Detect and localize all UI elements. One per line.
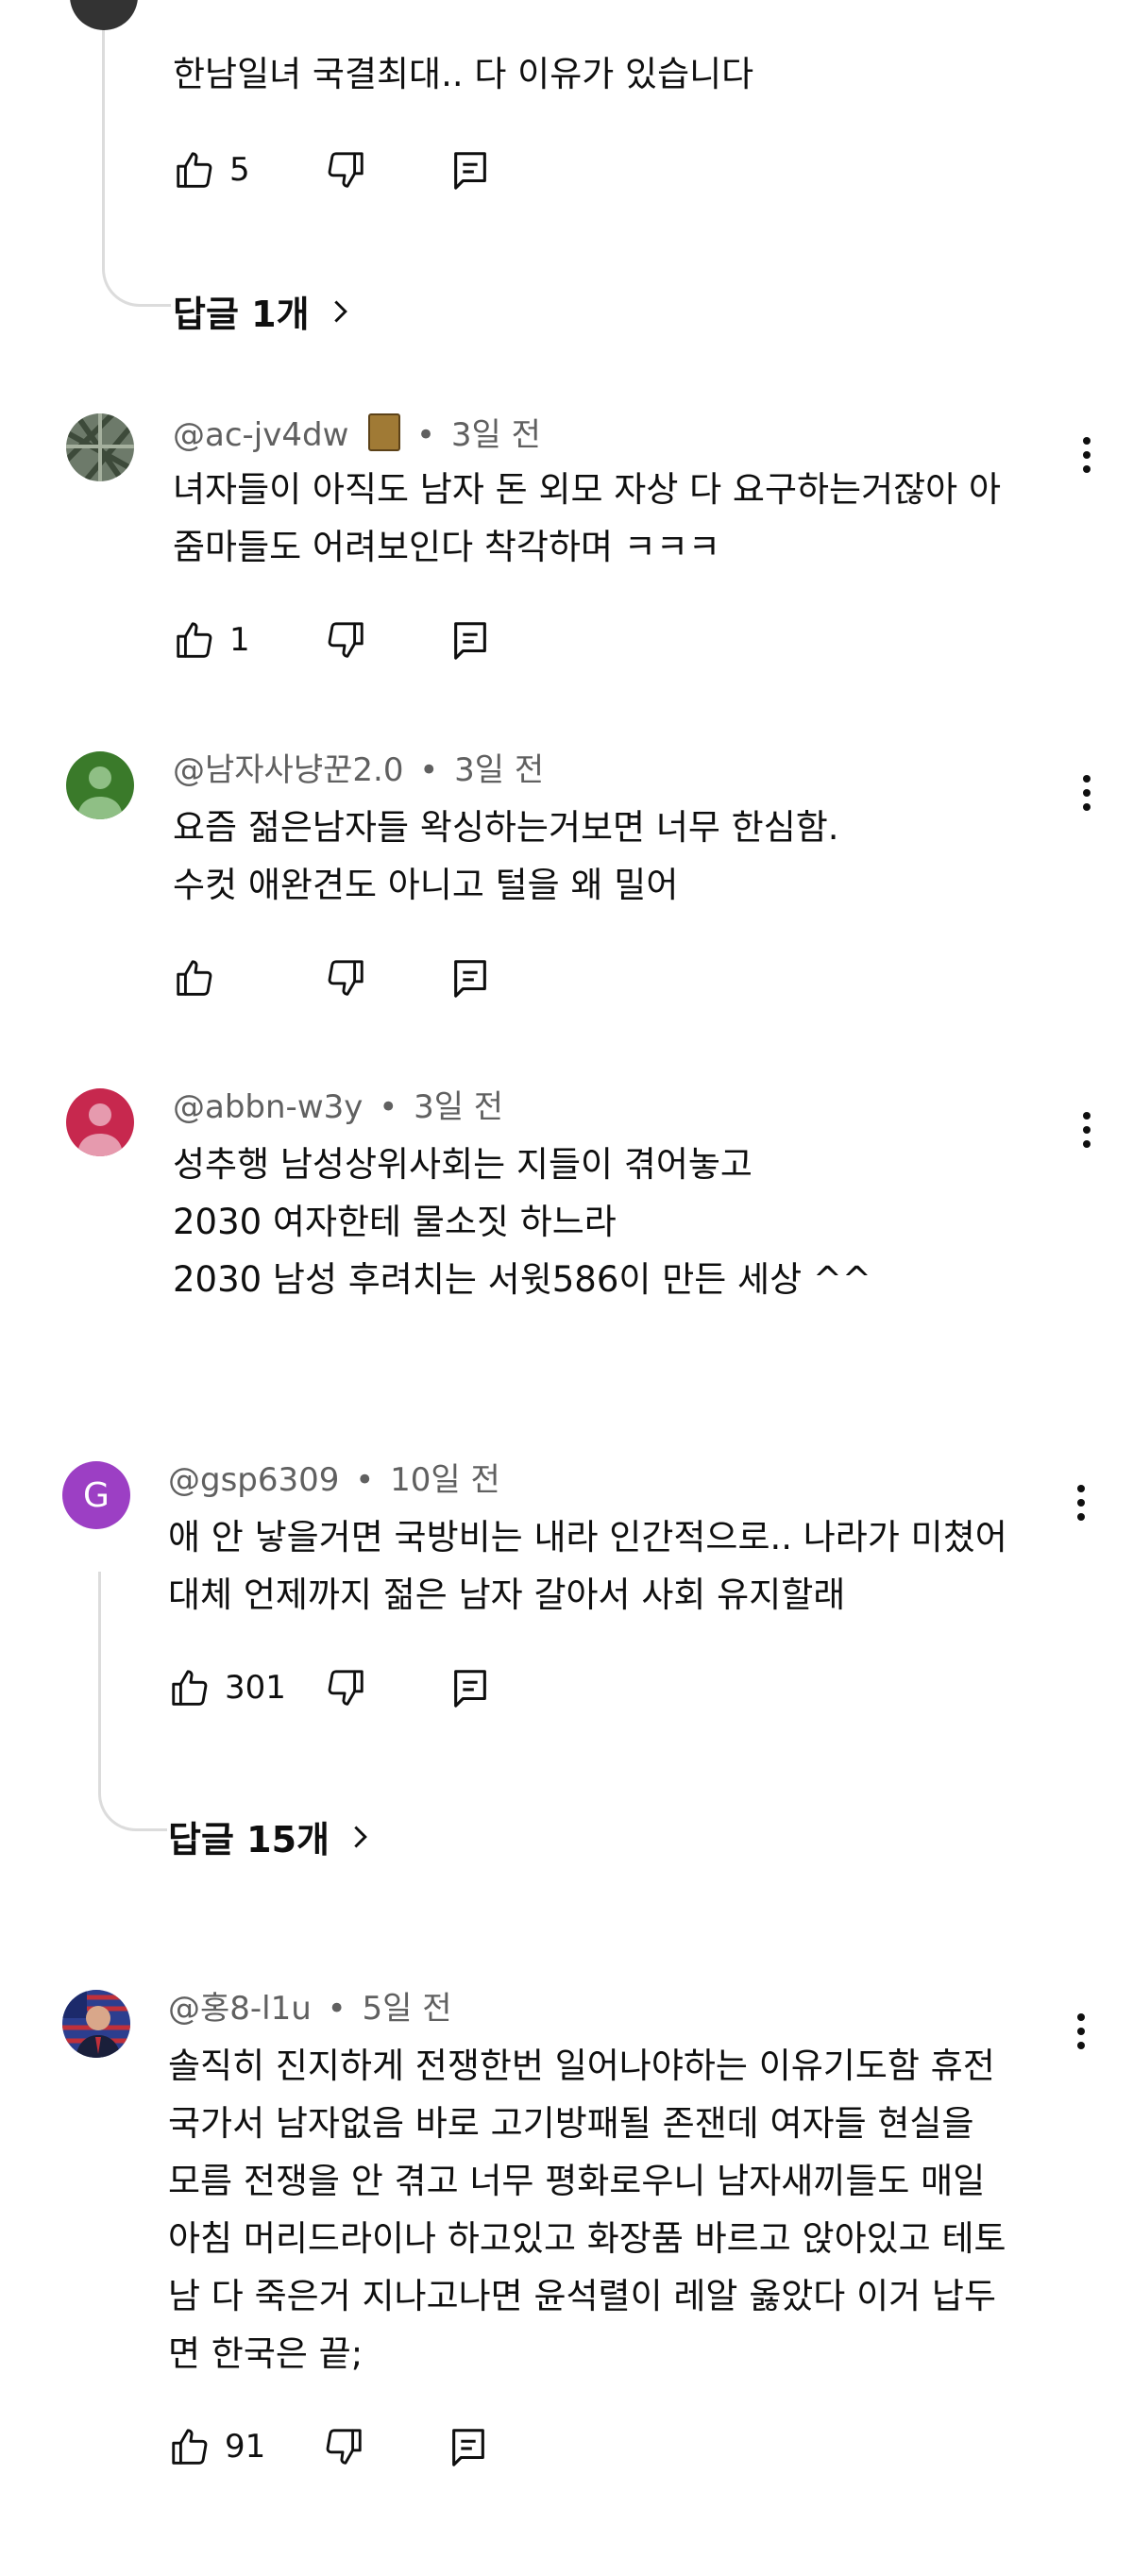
more-options-button[interactable] <box>1073 427 1101 483</box>
reply-comment-icon <box>452 2429 485 2467</box>
like-count: 91 <box>225 2428 266 2466</box>
reply-comment-icon <box>454 152 486 190</box>
more-options-button[interactable] <box>1067 1474 1095 1531</box>
comment-time[interactable]: 3일 전 <box>454 751 544 789</box>
comment-header: @ac-jv4dw • 3일 전 <box>173 413 541 454</box>
like-button[interactable]: 91 <box>168 2425 265 2468</box>
reply-button[interactable] <box>447 2425 490 2468</box>
thumb-up-icon <box>177 152 212 188</box>
avatar[interactable]: G <box>62 1461 130 1529</box>
comment-time[interactable]: 3일 전 <box>414 1088 503 1126</box>
like-count: 1 <box>229 621 250 659</box>
comment-header: @홍8-l1u • 5일 전 <box>168 1990 452 2028</box>
comment-actions: 5 <box>173 147 492 193</box>
avatar[interactable] <box>66 413 134 481</box>
chevron-right-icon <box>354 1825 367 1848</box>
like-count: 301 <box>225 1669 286 1707</box>
reply-button[interactable] <box>448 956 492 1000</box>
author-name[interactable]: @abbn-w3y <box>173 1088 363 1126</box>
thumb-down-icon <box>328 152 364 188</box>
dislike-button[interactable] <box>322 2425 365 2468</box>
more-options-button[interactable] <box>1073 1102 1101 1158</box>
author-name[interactable]: @홍8-l1u <box>168 1990 312 2028</box>
author-name[interactable]: @gsp6309 <box>168 1461 339 1499</box>
thumb-up-icon <box>177 960 212 996</box>
like-button[interactable]: 5 <box>173 148 267 192</box>
like-button[interactable] <box>173 956 267 1000</box>
badge-icon <box>368 413 401 451</box>
comment-time[interactable]: 5일 전 <box>363 1990 452 2028</box>
dislike-button[interactable] <box>324 956 367 1000</box>
thumb-up-icon <box>177 622 212 658</box>
reply-button[interactable] <box>448 1666 492 1709</box>
like-button[interactable]: 1 <box>173 618 267 662</box>
avatar[interactable] <box>62 1990 130 2058</box>
chevron-right-icon <box>333 299 347 323</box>
thumb-down-icon <box>326 2429 362 2465</box>
reply-button[interactable] <box>448 148 492 192</box>
show-replies-button[interactable]: 답글 15개 <box>168 1810 373 1862</box>
comment-time[interactable]: 10일 전 <box>390 1461 500 1499</box>
like-count: 5 <box>229 151 250 189</box>
comment-actions <box>173 955 492 1001</box>
comment-text: 한남일녀 국결최대.. 다 이유가 있습니다 <box>173 54 754 94</box>
author-name[interactable]: @남자사냥꾼2.0 <box>173 751 403 789</box>
dislike-button[interactable] <box>324 618 367 662</box>
show-replies-button[interactable]: 답글 1개 <box>173 285 353 337</box>
like-button[interactable]: 301 <box>168 1666 286 1709</box>
avatar[interactable] <box>66 751 134 819</box>
more-vert-icon <box>1077 1485 1085 1492</box>
comment-time[interactable]: 3일 전 <box>451 416 541 454</box>
more-vert-icon <box>1077 2013 1085 2021</box>
more-vert-icon <box>1083 1112 1091 1120</box>
replies-label: 답글 1개 <box>173 294 310 335</box>
thumb-up-icon <box>172 2429 208 2465</box>
more-options-button[interactable] <box>1073 765 1101 821</box>
comment-actions: 1 <box>173 617 492 663</box>
avatar[interactable] <box>66 1088 134 1156</box>
more-vert-icon <box>1083 437 1091 445</box>
comment-actions: 91 <box>168 2424 490 2469</box>
thumb-down-icon <box>328 960 364 996</box>
dislike-button[interactable] <box>324 148 367 192</box>
reply-thread-line <box>102 0 171 307</box>
avatar-letter: G <box>83 1475 110 1515</box>
dislike-button[interactable] <box>324 1666 367 1709</box>
thumb-down-icon <box>328 622 364 658</box>
reply-comment-icon <box>454 1670 486 1708</box>
thumb-down-icon <box>328 1670 364 1706</box>
comment-header: @gsp6309 • 10일 전 <box>168 1461 500 1499</box>
comment-actions: 301 <box>168 1665 492 1710</box>
comment-header: @abbn-w3y • 3일 전 <box>173 1088 504 1126</box>
reply-comment-icon <box>454 960 486 998</box>
comment-text: 요즘 젊은남자들 왁싱하는거보면 너무 한심함. 수컷 애완견도 아니고 털을 … <box>173 807 839 905</box>
comment-text: 애 안 낳을거면 국방비는 내라 인간적으로.. 나라가 미쳤어 대체 언제까지… <box>168 1517 1007 1615</box>
more-options-button[interactable] <box>1067 2003 1095 2060</box>
reply-thread-line <box>98 1572 167 1831</box>
comment-text: 성추행 남성상위사회는 지들이 겪어놓고 2030 여자한테 물소짓 하느라 2… <box>173 1144 871 1300</box>
more-vert-icon <box>1083 775 1091 783</box>
replies-label: 답글 15개 <box>168 1819 330 1860</box>
comment-text: 솔직히 진지하게 전쟁한번 일어나야하는 이유기도함 휴전 국가서 남자없음 바… <box>168 2046 1006 2374</box>
reply-button[interactable] <box>448 618 492 662</box>
comment-text: 녀자들이 아직도 남자 돈 외모 자상 다 요구하는거잖아 아 줌마들도 어려보… <box>173 469 1002 567</box>
thumb-up-icon <box>172 1670 208 1706</box>
author-name[interactable]: @ac-jv4dw <box>173 416 348 454</box>
reply-comment-icon <box>454 622 486 660</box>
comment-header: @남자사냥꾼2.0 • 3일 전 <box>173 751 545 789</box>
